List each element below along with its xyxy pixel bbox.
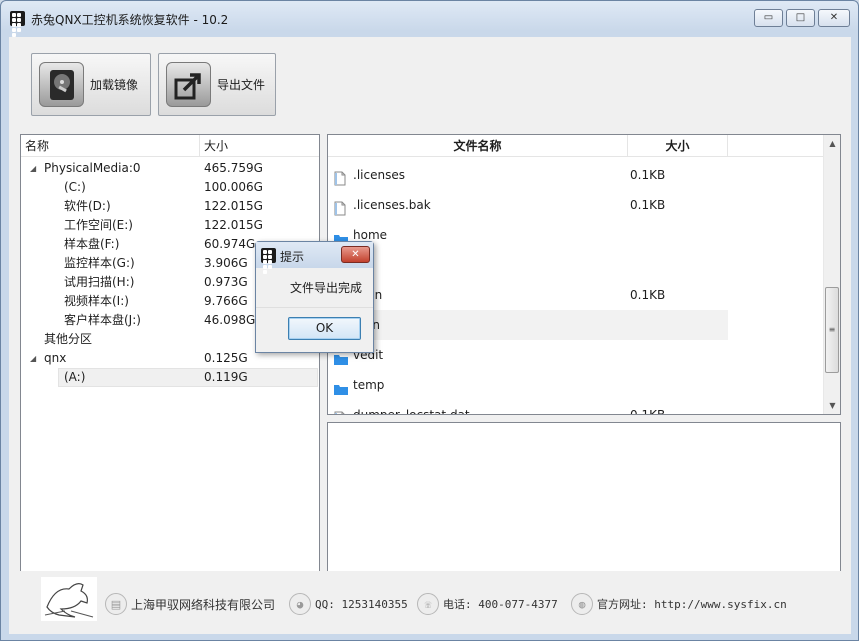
file-row[interactable]: login0.1KB [328,280,728,310]
export-file-button[interactable]: 导出文件 [158,53,276,116]
file-header-name[interactable]: 文件名称 [328,135,628,157]
footer-website: ◍ 官方网址: http://www.sysfix.cn [571,593,787,615]
file-row[interactable]: .licenses 0.1KB [328,160,728,190]
file-row[interactable]: home [328,220,728,250]
tree-item-name: 客户样本盘(J:) [64,313,141,327]
tree-item-size: 0.125G [204,351,248,365]
phone-number: 电话: 400-077-4377 [443,598,558,611]
expand-arrow-icon[interactable]: ◢ [30,159,36,178]
tree-item-name: qnx [44,351,67,365]
tree-item-size: 122.015G [204,199,263,213]
file-header-size[interactable]: 大小 [628,135,728,157]
file-row[interactable]: oton [328,310,728,340]
app-logo-icon [261,248,276,274]
file-size: 0.1KB [630,198,666,212]
file-list[interactable]: 文件名称 大小 .licenses 0.1KB .licenses.bak 0.1KB… [327,134,841,415]
file-name: .licenses [353,168,405,182]
tree-item-name: 工作空间(E:) [64,218,133,232]
footer: ▤ 上海甲驭网络科技有限公司 ◕ QQ: 1253140355 ☏ 电话: 40… [9,571,851,634]
file-row[interactable]: 4 [328,250,728,280]
close-button[interactable]: ✕ [818,9,850,27]
file-list-scrollbar[interactable]: ▲ ≡ ▼ [823,135,840,414]
load-image-label: 加载镜像 [90,78,139,92]
footer-phone: ☏ 电话: 400-077-4377 [417,593,558,615]
building-icon: ▤ [105,593,127,615]
selection-highlight [58,368,318,387]
tree-row[interactable]: ◢ PhysicalMedia:0 465.759G [21,159,319,178]
tree-item-size: 100.006G [204,180,263,194]
file-row[interactable]: .licenses.bak 0.1KB [328,190,728,220]
tree-item-size: 46.098G [204,313,256,327]
file-name: .licenses.bak [353,198,431,212]
tree-item-size: 122.015G [204,218,263,232]
expand-arrow-icon[interactable]: ◢ [30,349,36,368]
footer-company: ▤ 上海甲驭网络科技有限公司 [105,593,275,615]
tree-item-name: 其他分区 [44,332,93,346]
footer-qq: ◕ QQ: 1253140355 [289,593,408,615]
company-name: 上海甲驭网络科技有限公司 [131,597,276,612]
company-logo [41,577,97,621]
file-row[interactable]: vedit [328,340,728,370]
file-size: 0.1KB [630,408,666,415]
tree-item-name: (C:) [64,180,86,194]
tree-row[interactable]: (A:) 0.119G [21,368,319,387]
file-header-blank [728,135,824,157]
tree-item-size: 9.766G [204,294,248,308]
client-area: 加载镜像 导出文件 名称 大小 ◢ PhysicalMedia:0 465.759G… [9,37,851,634]
file-name: temp [353,378,385,392]
file-row[interactable]: temp [328,370,728,400]
scroll-down-icon[interactable]: ▼ [824,397,840,414]
tree-row[interactable]: (C:) 100.006G [21,178,319,197]
qq-number: QQ: 1253140355 [315,597,408,611]
dialog-close-button[interactable]: ✕ [341,246,370,263]
tree-item-name: 视频样本(I:) [64,294,129,308]
tree-row[interactable]: 工作空间(E:) 122.015G [21,216,319,235]
minimize-button[interactable]: ▭ [754,9,783,27]
file-size: 0.1KB [630,168,666,182]
title-bar[interactable]: 赤兔QNX工控机系统恢复软件 - 10.2 ▭ □ ✕ [1,1,858,37]
file-name: dumper_locstat.dat [353,408,470,415]
dialog-message: 文件导出完成 [290,281,363,295]
hard-disk-icon [39,62,84,107]
maximize-button[interactable]: □ [786,9,815,27]
tree-item-name: PhysicalMedia:0 [44,161,141,175]
dialog-title: 提示 [280,250,305,264]
window-title: 赤兔QNX工控机系统恢复软件 - 10.2 [31,13,229,27]
load-image-button[interactable]: 加载镜像 [31,53,151,116]
scroll-thumb[interactable]: ≡ [825,287,839,373]
file-size: 0.1KB [630,288,666,302]
globe-icon: ◍ [571,593,593,615]
tree-item-size: 3.906G [204,256,248,270]
partition-tree[interactable]: 名称 大小 ◢ PhysicalMedia:0 465.759G (C:) 100.00… [20,134,320,572]
file-icon [334,407,346,414]
tree-item-name: 软件(D:) [64,199,111,213]
tree-item-name: 监控样本(G:) [64,256,135,270]
qq-penguin-icon: ◕ [289,593,311,615]
export-complete-dialog: 提示 ✕ 文件导出完成 OK [255,241,374,353]
export-arrow-icon [166,62,211,107]
ok-button[interactable]: OK [288,317,361,340]
scroll-up-icon[interactable]: ▲ [824,135,840,152]
website-url[interactable]: 官方网址: http://www.sysfix.cn [597,596,787,612]
file-row[interactable]: dumper_locstat.dat 0.1KB [328,400,728,415]
tree-header-size[interactable]: 大小 [200,135,319,157]
phone-icon: ☏ [417,593,439,615]
app-logo-icon [10,11,25,37]
tree-row[interactable]: 软件(D:) 122.015G [21,197,319,216]
preview-panel [327,422,841,572]
tree-item-size: 465.759G [204,161,263,175]
tree-item-name: 样本盘(F:) [64,237,120,251]
dialog-title-bar[interactable]: 提示 ✕ [256,242,373,274]
tree-item-size: 0.973G [204,275,248,289]
tree-item-name: 试用扫描(H:) [64,275,135,289]
tree-item-name: (A:) [64,370,86,384]
tree-item-size: 60.974G [204,237,256,251]
tree-item-size: 0.119G [204,370,248,384]
export-file-label: 导出文件 [217,78,266,92]
tree-header-name[interactable]: 名称 [21,135,200,157]
main-window: 赤兔QNX工控机系统恢复软件 - 10.2 ▭ □ ✕ 加载镜像 导出文件 名称… [0,0,859,641]
